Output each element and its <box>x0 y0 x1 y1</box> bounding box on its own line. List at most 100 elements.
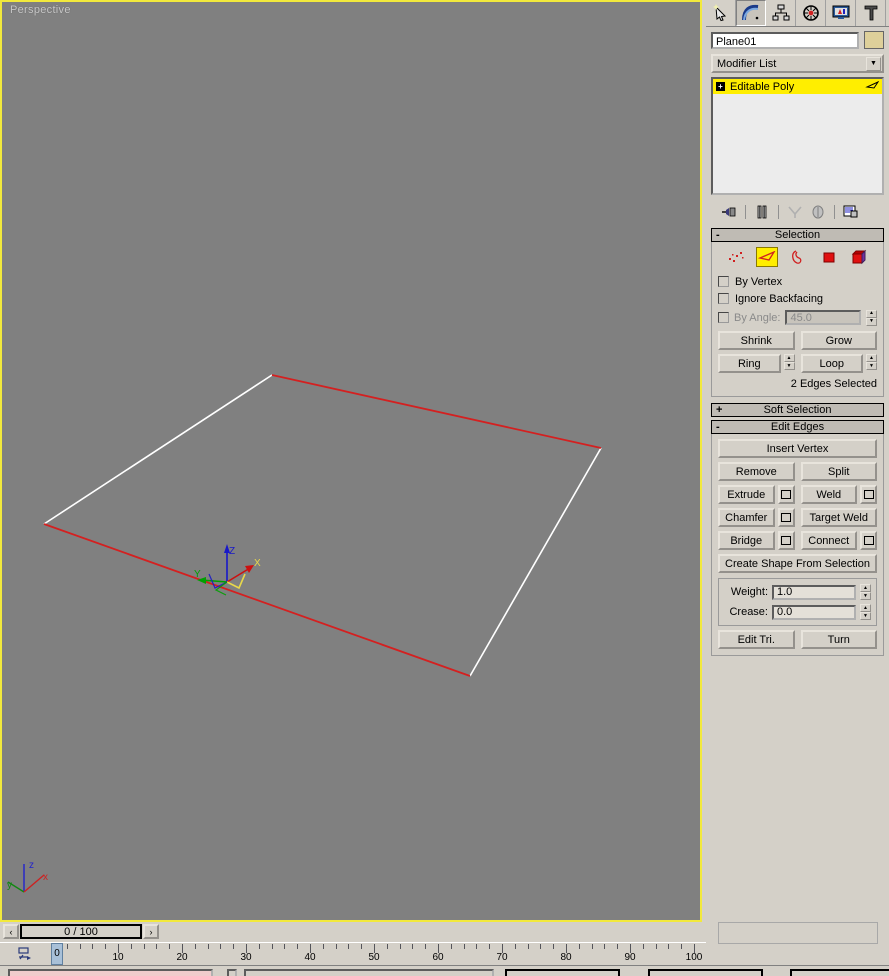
viewport-label[interactable]: Perspective <box>10 4 71 16</box>
ruler-tick-minor <box>604 944 606 949</box>
ruler-tick-minor <box>194 944 196 949</box>
target-weld-button[interactable]: Target Weld <box>800 508 877 527</box>
turn-button[interactable]: Turn <box>800 630 877 649</box>
edge-level-button[interactable] <box>755 247 778 267</box>
remove-button[interactable]: Remove <box>718 462 795 481</box>
next-frame-button[interactable]: › <box>143 924 159 939</box>
ignore-backfacing-row[interactable]: Ignore Backfacing <box>718 290 877 307</box>
rollout-title: Selection <box>774 229 821 241</box>
time-cursor[interactable]: 0 <box>51 943 63 965</box>
rollout-title: Edit Edges <box>770 421 825 433</box>
utilities-tab[interactable] <box>856 0 886 26</box>
remove-modifier-icon[interactable] <box>808 202 828 222</box>
weight-label: Weight: <box>730 586 768 598</box>
ruler-tick-minor <box>540 944 542 949</box>
rollout-sign: - <box>716 229 720 241</box>
rollout-title: Soft Selection <box>763 404 832 416</box>
chamfer-settings-button[interactable] <box>777 508 795 527</box>
command-panel-tabs <box>706 0 889 27</box>
split-button[interactable]: Split <box>800 462 877 481</box>
ruler-tick-minor <box>284 944 286 949</box>
object-name-field[interactable]: Plane01 <box>711 31 859 49</box>
element-level-button[interactable] <box>849 247 871 267</box>
world-x-label: x <box>43 872 48 883</box>
expand-plus-icon[interactable]: + <box>716 82 725 91</box>
ruler-tick-minor <box>399 944 401 949</box>
edit-tri-button[interactable]: Edit Tri. <box>718 630 795 649</box>
loop-spinner[interactable]: ▲ ▼ <box>866 354 877 370</box>
create-tab[interactable] <box>706 0 736 26</box>
edit-edges-rollout-header[interactable]: - Edit Edges <box>711 420 884 434</box>
ruler-tick-minor <box>105 944 107 949</box>
vertex-level-button[interactable] <box>725 247 747 267</box>
extrude-button[interactable]: Extrude <box>718 485 775 504</box>
grow-button[interactable]: Grow <box>800 331 877 350</box>
by-angle-checkbox[interactable] <box>718 312 729 323</box>
selection-rollout-header[interactable]: - Selection <box>711 228 884 242</box>
crease-spinner[interactable]: ▲ ▼ <box>860 604 871 620</box>
panel-bottom-area <box>706 922 889 965</box>
vertex-dots-icon <box>728 252 743 262</box>
connect-settings-button[interactable] <box>860 531 877 550</box>
modifier-list-dropdown[interactable]: Modifier List ▼ <box>711 54 884 73</box>
by-angle-field[interactable]: 45.0 <box>785 310 861 325</box>
weight-field[interactable]: 1.0 <box>772 584 856 600</box>
previous-frame-button[interactable]: ‹ <box>3 924 19 939</box>
edge-right-bottom <box>469 447 602 677</box>
stack-item-editable-poly[interactable]: + Editable Poly <box>713 79 882 94</box>
track-bar[interactable]: 0 10 20 30 40 50 60 70 80 90 100 0 <box>0 942 706 966</box>
command-panel: Plane01 Modifier List ▼ + Editable Poly <box>706 0 889 922</box>
polygon-level-button[interactable] <box>818 247 840 267</box>
key-mode-icon[interactable] <box>17 946 35 962</box>
modify-tab[interactable] <box>736 0 766 26</box>
ruler-tick-minor <box>617 944 619 949</box>
show-end-result-icon[interactable] <box>752 202 772 222</box>
connect-button[interactable]: Connect <box>800 531 857 550</box>
extrude-settings-button[interactable] <box>777 485 795 504</box>
hierarchy-tab[interactable] <box>766 0 796 26</box>
create-shape-from-selection-button[interactable]: Create Shape From Selection <box>718 554 877 573</box>
ignore-backfacing-checkbox[interactable] <box>718 293 729 304</box>
by-angle-row[interactable]: By Angle: 45.0 ▲ ▼ <box>718 308 877 327</box>
configure-modifier-sets-icon[interactable] <box>841 202 861 222</box>
weld-button[interactable]: Weld <box>800 485 857 504</box>
display-tab[interactable] <box>826 0 856 26</box>
by-vertex-checkbox[interactable] <box>718 276 729 287</box>
timeline-ruler[interactable]: 0 10 20 30 40 50 60 70 80 90 100 <box>44 943 706 966</box>
shrink-button[interactable]: Shrink <box>718 331 795 350</box>
ruler-tick-minor <box>425 944 427 949</box>
ruler-tick-minor <box>591 944 593 949</box>
ring-spinner[interactable]: ▲ ▼ <box>783 354 795 370</box>
weight-spinner[interactable]: ▲ ▼ <box>860 584 871 600</box>
chamfer-button[interactable]: Chamfer <box>718 508 775 527</box>
element-cube-icon <box>851 249 866 265</box>
border-level-button[interactable] <box>787 247 809 267</box>
ruler-tick-minor <box>335 944 337 949</box>
wheel-icon <box>802 5 819 21</box>
soft-selection-rollout-header[interactable]: + Soft Selection <box>711 403 884 417</box>
bridge-button[interactable]: Bridge <box>718 531 775 550</box>
by-angle-spinner[interactable]: ▲ ▼ <box>866 309 877 326</box>
ring-button[interactable]: Ring <box>718 354 781 373</box>
modifier-stack-list[interactable]: + Editable Poly <box>711 77 884 195</box>
edge-arrow-icon <box>757 250 775 261</box>
object-color-swatch[interactable] <box>864 31 884 49</box>
bridge-settings-button[interactable] <box>777 531 795 550</box>
by-vertex-row[interactable]: By Vertex <box>718 273 877 290</box>
bridge-connect-row: Bridge Connect <box>718 531 877 550</box>
ruler-tick-minor <box>297 944 299 949</box>
bottom-toolbar-strip <box>0 965 889 976</box>
crease-field[interactable]: 0.0 <box>772 604 856 620</box>
viewport-canvas[interactable]: Z Y X z y x <box>2 2 700 920</box>
motion-tab[interactable] <box>796 0 826 26</box>
perspective-viewport[interactable]: Z Y X z y x Perspective <box>0 0 702 922</box>
chevron-down-icon[interactable]: ▼ <box>866 56 881 71</box>
current-frame-display[interactable]: 0 / 100 <box>20 924 142 939</box>
loop-button[interactable]: Loop <box>800 354 863 373</box>
weld-settings-button[interactable] <box>860 485 877 504</box>
ruler-tick-minor <box>258 944 260 949</box>
pin-stack-icon[interactable] <box>719 202 739 222</box>
make-unique-icon[interactable] <box>785 202 805 222</box>
modifier-list-label: Modifier List <box>717 57 777 70</box>
insert-vertex-button[interactable]: Insert Vertex <box>718 439 877 458</box>
